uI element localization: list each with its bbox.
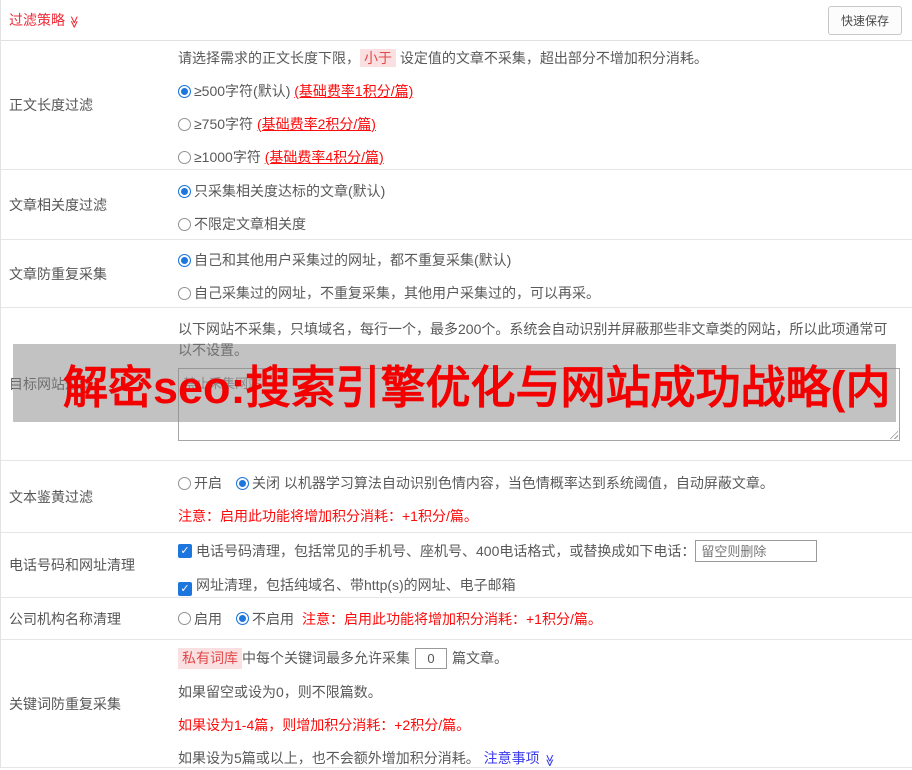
radio-company-off[interactable] [236,612,249,625]
radio-relevance-strict[interactable] [178,185,191,198]
watermark-overlay-banner: 解密seo:搜索引擎优化与网站成功战略(内 [13,344,896,422]
row-label: 公司机构名称清理 [9,610,121,627]
row-content: 开启 关闭 以机器学习算法自动识别色情内容，当色情概率达到系统阈值，自动屏蔽文章。… [178,461,912,532]
radio-500-chars[interactable] [178,85,191,98]
intro-text-pre: 请选择需求的正文长度下限， [178,50,360,66]
radio-relevance-any[interactable] [178,218,191,231]
top-bar: 过滤策略 ≫ 快速保存 [1,0,912,41]
option-dedup-self-only: 自己采集过的网址，不重复采集，其他用户采集过的，可以再采。 [178,284,906,303]
max-articles-input[interactable] [415,648,447,669]
row-duplicate-filter: 文章防重复采集 自己和其他用户采集过的网址，都不重复采集(默认) 自己采集过的网… [1,240,912,308]
option-label: ≥750字符 [194,116,257,132]
replacement-phone-input[interactable] [695,540,818,562]
chevron-double-down-icon: ≫ [542,754,557,767]
row-keyword-dedup: 关键词防重复采集 私有词库 中每个关键词最多允许采集 篇文章。 如果留空或设为0… [1,640,912,768]
row-label: 文本鉴黄过滤 [9,488,93,505]
phone-clean-label: 电话号码清理，包括常见的手机号、座机号、400电话格式，或替换成如下电话： [196,542,696,559]
radio-porn-off[interactable] [236,477,249,490]
row-body-length-filter: 正文长度过滤 请选择需求的正文长度下限， 小于 设定值的文章不采集，超出部分不增加… [1,41,912,170]
overlay-banner-text: 解密seo:搜索引擎优化与网站成功战略(内 [63,361,891,413]
notes-link-label: 注意事项 [483,750,540,766]
option-label: ≥500字符(默认) [194,83,295,99]
row-content: 请选择需求的正文长度下限， 小于 设定值的文章不采集，超出部分不增加积分消耗。 ≥… [178,41,912,169]
page-title: 过滤策略 [9,12,65,28]
checkbox-phone-clean[interactable]: ✓ [178,544,192,558]
option-label-on: 启用 [194,610,222,627]
keyword-limit-line: 私有词库 中每个关键词最多允许采集 篇文章。 [178,648,906,669]
keyword-limit-text-end: 篇文章。 [452,650,508,666]
radio-porn-on[interactable] [178,477,191,490]
row-label: 关键词防重复采集 [9,695,121,712]
phone-clean-line: ✓ 电话号码清理，包括常见的手机号、座机号、400电话格式，或替换成如下电话： [178,540,906,562]
porn-filter-options: 开启 关闭 以机器学习算法自动识别色情内容，当色情概率达到系统阈值，自动屏蔽文章。 [178,473,906,493]
option-1000-chars: ≥1000字符 (基础费率4积分/篇) [178,148,906,167]
option-500-chars: ≥500字符(默认) (基础费率1积分/篇) [178,82,906,101]
row-content: 自己和其他用户采集过的网址，都不重复采集(默认) 自己采集过的网址，不重复采集，… [178,240,912,307]
five-plus-text: 如果设为5篇或以上，也不会额外增加积分消耗。 [178,750,484,766]
row-label: 文章防重复采集 [9,265,107,282]
page-title-group: 过滤策略 ≫ [9,10,81,30]
option-label-off: 不启用 [252,610,294,627]
checkbox-url-clean[interactable]: ✓ [178,582,192,596]
option-label: 自己和其他用户采集过的网址，都不重复采集(默认) [194,252,512,268]
keyword-note-unlimited: 如果留空或设为0，则不限篇数。 [178,684,382,700]
row-label: 正文长度过滤 [9,97,93,113]
option-label: 自己采集过的网址，不重复采集，其他用户采集过的，可以再采。 [194,285,600,301]
option-fee: (基础费率2积分/篇) [256,116,376,132]
intro-text-post: 设定值的文章不采集，超出部分不增加积分消耗。 [396,50,708,66]
option-relevance-any: 不限定文章相关度 [178,215,906,234]
row-content: 启用 不启用 注意：启用此功能将增加积分消耗：+1积分/篇。 [178,598,912,639]
url-clean-label: 网址清理，包括纯域名、带http(s)的网址、电子邮箱 [196,577,516,593]
option-label: 只采集相关度达标的文章(默认) [194,183,386,199]
option-fee: (基础费率4积分/篇) [264,149,384,165]
option-label-on: 开启 [194,475,222,491]
row-porn-filter: 文本鉴黄过滤 开启 关闭 以机器学习算法自动识别色情内容，当色情概率达到系统阈值，… [1,461,912,533]
body-length-intro: 请选择需求的正文长度下限， 小于 设定值的文章不采集，超出部分不增加积分消耗。 [178,48,906,68]
quick-save-button[interactable]: 快速保存 [827,5,902,35]
option-750-chars: ≥750字符 (基础费率2积分/篇) [178,115,906,134]
row-label: 文章相关度过滤 [9,196,107,213]
radio-1000-chars[interactable] [178,151,191,164]
option-fee: (基础费率1积分/篇) [294,83,414,99]
row-relevance-filter: 文章相关度过滤 只采集相关度达标的文章(默认) 不限定文章相关度 [1,170,912,240]
notes-link[interactable]: 注意事项 ≫ [483,750,557,767]
option-dedup-all-users: 自己和其他用户采集过的网址，都不重复采集(默认) [178,250,906,270]
private-lexicon-badge: 私有词库 [178,648,242,669]
radio-750-chars[interactable] [178,118,191,131]
chevron-double-down-icon[interactable]: ≫ [67,16,81,29]
porn-filter-cost-note: 注意：启用此功能将增加积分消耗：+1积分/篇。 [178,508,478,524]
keyword-limit-text: 中每个关键词最多允许采集 [242,650,410,666]
option-label-off: 关闭 [252,475,280,491]
filter-strategy-page: 过滤策略 ≫ 快速保存 正文长度过滤 请选择需求的正文长度下限， 小于 设定值的文章… [0,0,912,768]
porn-filter-description: 以机器学习算法自动识别色情内容，当色情概率达到系统阈值，自动屏蔽文章。 [283,475,774,491]
less-than-badge: 小于 [360,49,396,67]
keyword-note-five-plus: 如果设为5篇或以上，也不会额外增加积分消耗。 注意事项 ≫ [178,749,906,770]
radio-dedup-all-users[interactable] [178,254,191,267]
row-content: 私有词库 中每个关键词最多允许采集 篇文章。 如果留空或设为0，则不限篇数。 如… [178,640,912,767]
radio-dedup-self-only[interactable] [178,287,191,300]
option-relevance-strict: 只采集相关度达标的文章(默认) [178,181,906,201]
row-content: ✓ 电话号码清理，包括常见的手机号、座机号、400电话格式，或替换成如下电话： ✓… [178,533,912,597]
company-clean-cost-note: 注意：启用此功能将增加积分消耗：+1积分/篇。 [302,610,602,627]
row-company-clean: 公司机构名称清理 启用 不启用 注意：启用此功能将增加积分消耗：+1积分/篇。 [1,598,912,640]
row-label: 电话号码和网址清理 [9,557,135,573]
keyword-note-cost: 如果设为1-4篇，则增加积分消耗：+2积分/篇。 [178,717,471,733]
row-phone-url-clean: 电话号码和网址清理 ✓ 电话号码清理，包括常见的手机号、座机号、400电话格式，或… [1,533,912,598]
row-content: 只采集相关度达标的文章(默认) 不限定文章相关度 [178,170,912,239]
radio-company-on[interactable] [178,612,191,625]
url-clean-line: ✓ 网址清理，包括纯域名、带http(s)的网址、电子邮箱 [178,576,906,596]
option-label: ≥1000字符 [194,149,265,165]
option-label: 不限定文章相关度 [194,216,306,232]
